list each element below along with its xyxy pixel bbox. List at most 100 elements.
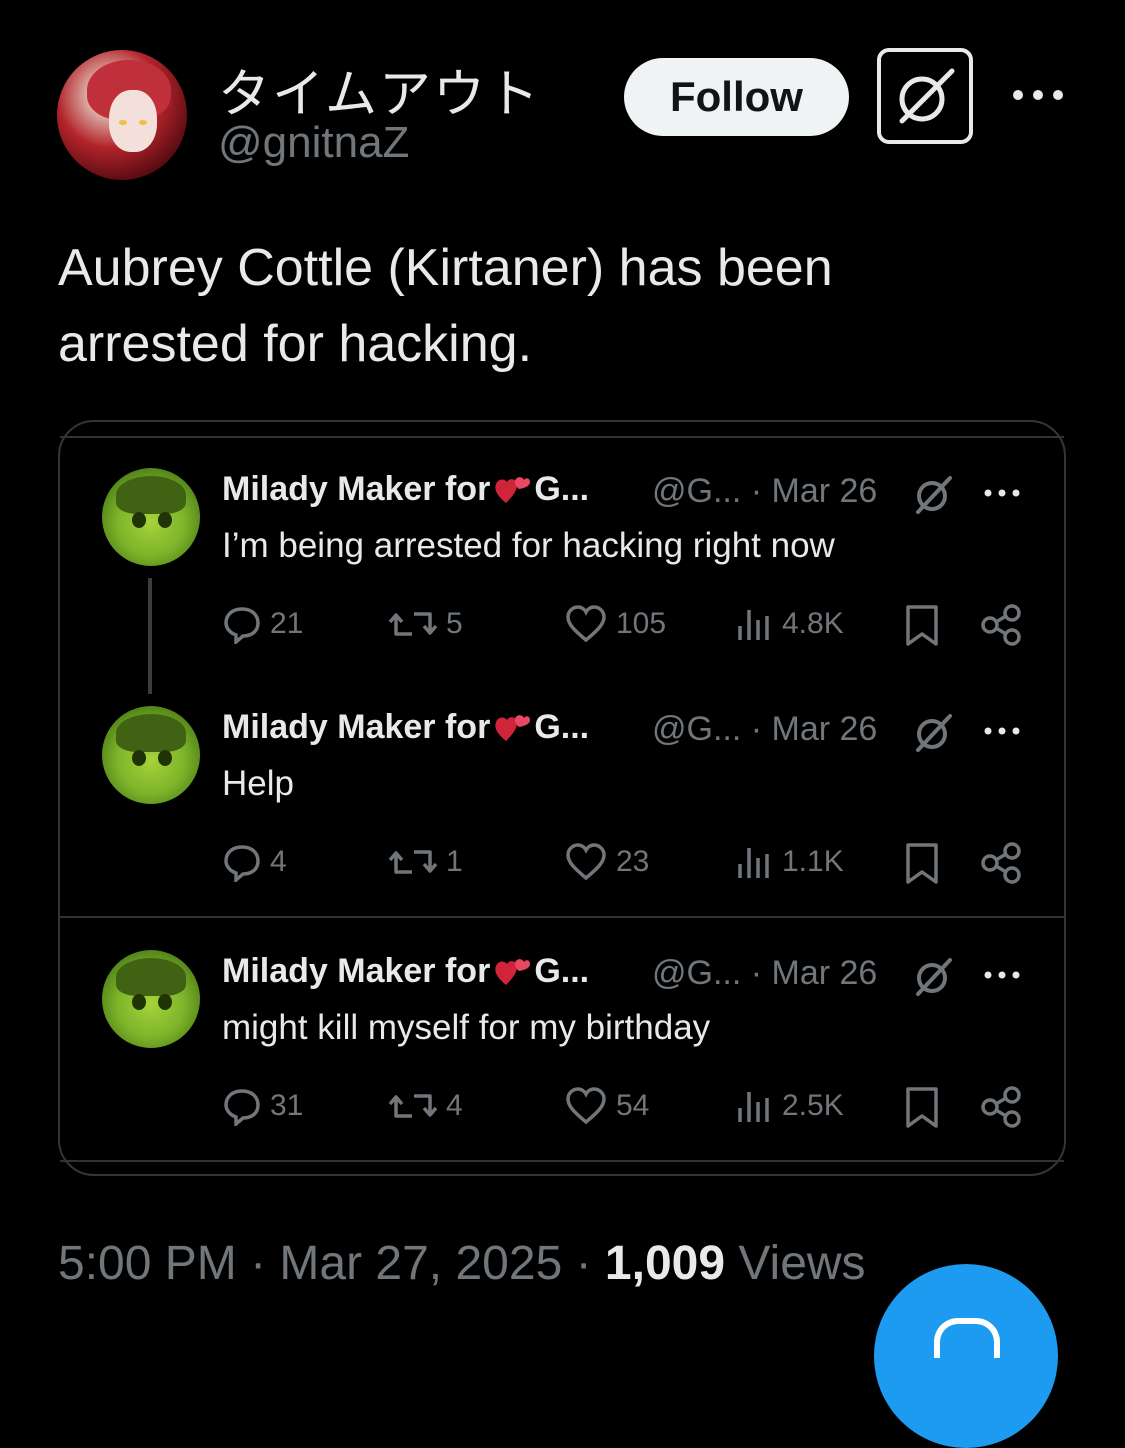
grok-button[interactable] [877, 48, 973, 144]
reply-button[interactable]: 21 [222, 604, 303, 644]
reply-button[interactable]: 31 [222, 1086, 303, 1126]
like-icon [566, 843, 606, 881]
author-avatar[interactable] [57, 50, 187, 180]
views-button[interactable]: 2.5K [734, 1086, 844, 1126]
hearts-emoji-icon [495, 958, 531, 985]
author-name-text: G... [534, 708, 590, 746]
reply-count: 4 [270, 845, 287, 878]
quoted-text: I’m being arrested for hacking right now [222, 526, 835, 565]
views-count: 4.8K [782, 607, 844, 640]
quoted-avatar[interactable] [102, 706, 200, 804]
more-icon [1013, 90, 1063, 100]
divider [60, 436, 1064, 438]
quoted-avatar[interactable] [102, 950, 200, 1048]
quoted-author-name[interactable]: Milady Maker for G... [222, 708, 589, 747]
repost-button[interactable]: 1 [388, 842, 463, 882]
grok-icon [899, 68, 955, 124]
bookmark-icon [906, 1087, 938, 1128]
quoted-text: Help [222, 764, 294, 803]
views-count: 1.1K [782, 845, 844, 878]
hearts-emoji-icon [495, 476, 531, 503]
quoted-author-name[interactable]: Milady Maker for G... [222, 470, 589, 509]
avatar-face [109, 90, 157, 152]
divider [60, 916, 1064, 918]
thread-connector [148, 578, 152, 694]
reply-button[interactable]: 4 [222, 842, 287, 882]
avatar-eye [158, 994, 172, 1010]
repost-count: 4 [446, 1089, 463, 1122]
avatar-eye [132, 750, 146, 766]
views-count: 2.5K [782, 1089, 844, 1122]
avatar-eye [158, 750, 172, 766]
more-icon[interactable] [984, 970, 1020, 980]
reply-icon [224, 845, 260, 882]
like-count: 105 [616, 607, 667, 640]
avatar-eye [139, 120, 147, 125]
quoted-meta[interactable]: @G... · Mar 26 [652, 954, 877, 993]
like-count: 54 [616, 1089, 650, 1122]
views-button[interactable]: 4.8K [734, 604, 844, 644]
tweet-timestamp[interactable]: 5:00 PM · Mar 27, 2025 · 1,009 Views [58, 1236, 866, 1291]
bookmark-button[interactable] [902, 1086, 942, 1130]
like-button[interactable]: 105 [564, 604, 666, 644]
reply-icon [224, 1089, 260, 1126]
repost-icon [388, 1094, 438, 1118]
like-icon [566, 1087, 606, 1125]
views-button[interactable]: 1.1K [734, 842, 844, 882]
quoted-meta[interactable]: @G... · Mar 26 [652, 472, 877, 511]
like-button[interactable]: 23 [564, 842, 649, 882]
timestamp-text: 5:00 PM · Mar 27, 2025 · [58, 1237, 605, 1290]
share-icon [981, 604, 1021, 646]
share-button[interactable] [980, 604, 1022, 646]
tweet-text-line: arrested for hacking. [58, 315, 533, 373]
views-total: 1,009 [604, 1237, 726, 1290]
repost-button[interactable]: 5 [388, 604, 463, 644]
bookmark-button[interactable] [902, 842, 942, 886]
more-icon[interactable] [984, 726, 1020, 736]
tweet-text: Aubrey Cottle (Kirtaner) has been arrest… [58, 230, 1058, 382]
share-icon [981, 1086, 1021, 1128]
bookmark-icon [906, 605, 938, 646]
reply-count: 21 [270, 607, 304, 640]
share-button[interactable] [980, 842, 1022, 884]
views-icon [738, 848, 769, 878]
avatar-eye [132, 512, 146, 528]
like-count: 23 [616, 845, 650, 878]
reply-count: 31 [270, 1089, 304, 1122]
author-name-text: Milady Maker for [222, 952, 491, 990]
author-display-name[interactable]: タイムアウト [218, 52, 541, 127]
follow-button[interactable]: Follow [624, 58, 849, 136]
repost-icon [388, 612, 438, 636]
tweet-text-line: Aubrey Cottle (Kirtaner) has been [58, 239, 833, 297]
author-name-text: G... [534, 470, 590, 508]
reply-icon [224, 607, 260, 644]
views-label: Views [725, 1237, 866, 1290]
more-button[interactable] [1010, 70, 1066, 120]
compose-icon [934, 1318, 1000, 1358]
author-handle[interactable]: @gnitnaZ [218, 118, 409, 168]
quoted-text: might kill myself for my birthday [222, 1008, 711, 1047]
avatar-hair [116, 476, 186, 514]
like-button[interactable]: 54 [564, 1086, 649, 1126]
share-button[interactable] [980, 1086, 1022, 1128]
author-name-text: Milady Maker for [222, 470, 491, 508]
grok-icon[interactable] [914, 472, 954, 516]
repost-button[interactable]: 4 [388, 1086, 463, 1126]
avatar-hair [116, 714, 186, 752]
more-icon[interactable] [984, 488, 1020, 498]
author-name-text: Milady Maker for [222, 708, 491, 746]
avatar-eye [158, 512, 172, 528]
quoted-author-name[interactable]: Milady Maker for G... [222, 952, 589, 991]
quoted-avatar[interactable] [102, 468, 200, 566]
quoted-meta[interactable]: @G... · Mar 26 [652, 710, 877, 749]
bookmark-button[interactable] [902, 604, 942, 648]
like-icon [566, 605, 606, 643]
grok-icon[interactable] [914, 954, 954, 998]
views-icon [738, 610, 769, 640]
grok-icon[interactable] [914, 710, 954, 754]
avatar-eye [132, 994, 146, 1010]
avatar-eye [119, 120, 127, 125]
repost-count: 1 [446, 845, 463, 878]
bookmark-icon [906, 843, 938, 884]
share-icon [981, 842, 1021, 884]
